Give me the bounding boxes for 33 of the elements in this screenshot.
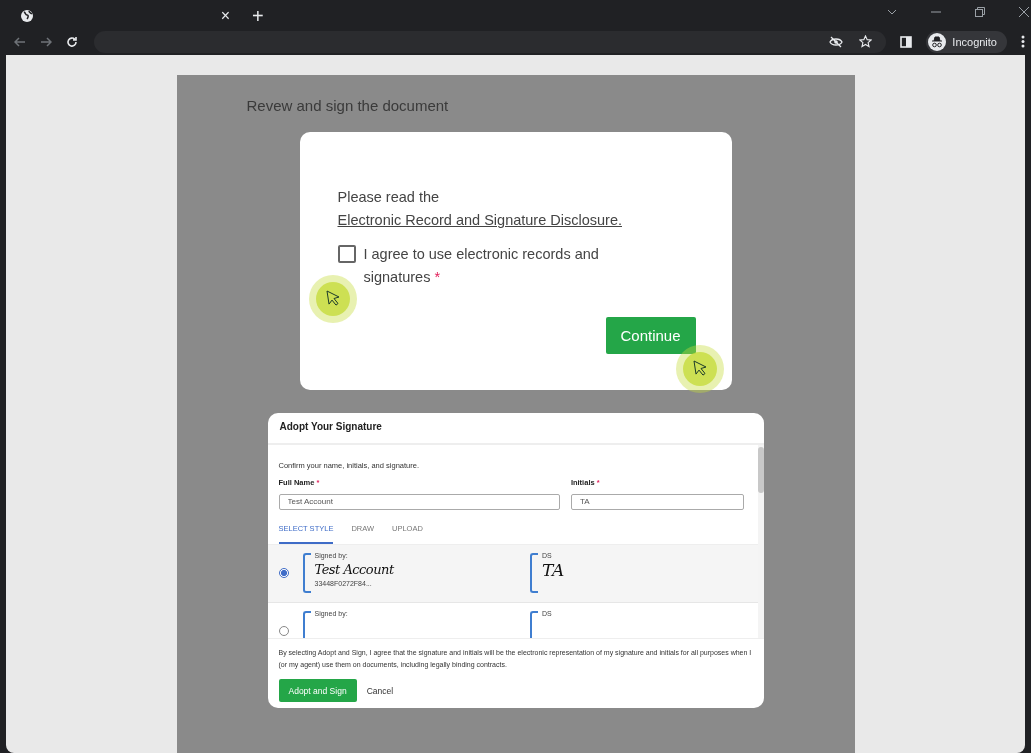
forward-icon[interactable]: [40, 35, 52, 48]
menu-icon[interactable]: [1021, 35, 1025, 48]
chevron-down-icon[interactable]: [887, 9, 897, 15]
close-tab-button[interactable]: ×: [220, 8, 230, 24]
cursor-icon: [674, 344, 725, 394]
restore-icon[interactable]: [975, 7, 985, 17]
text-field[interactable]: Test Account: [278, 493, 560, 510]
new-tab-button[interactable]: +: [252, 4, 264, 28]
incognito-icon: [928, 32, 947, 51]
scrollbar[interactable]: [757, 445, 764, 638]
disclosure-link[interactable]: Electronic Record and Signature Disclosure.: [337, 212, 622, 228]
initials-frame: [530, 553, 538, 593]
cursor-icon: [307, 274, 358, 324]
signature: Test Account: [314, 561, 394, 579]
back-icon[interactable]: [14, 35, 26, 48]
page-heading: Revew and sign the document: [246, 97, 449, 114]
globe-icon: [20, 9, 34, 23]
reload-icon[interactable]: [66, 35, 78, 48]
agree-label: I agree to use electronic records and signatures *: [363, 245, 600, 287]
radio-button[interactable]: [278, 568, 289, 578]
cancel-button[interactable]: Cancel: [366, 685, 394, 696]
eye-off-icon[interactable]: [829, 35, 844, 48]
side-panel-icon[interactable]: [900, 35, 913, 48]
disclosure-text: Please read the Electronic Record and Signature Disclosure.: [337, 188, 623, 230]
agree-checkbox[interactable]: [337, 245, 356, 263]
signature-frame: [302, 611, 311, 638]
incognito-chip[interactable]: Incognito: [926, 30, 1007, 53]
initials: TA: [542, 561, 564, 579]
dialog-title: Adopt Your Signature: [267, 413, 764, 445]
star-icon[interactable]: [859, 35, 873, 48]
signature-frame: [302, 553, 311, 593]
text-field[interactable]: TA: [570, 493, 744, 510]
close-icon[interactable]: [1019, 7, 1029, 17]
